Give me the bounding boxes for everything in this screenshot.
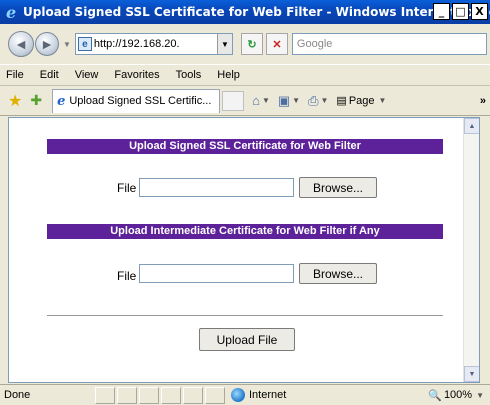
menu-view[interactable]: View <box>67 69 107 81</box>
window-title: Upload Signed SSL Certificate for Web Fi… <box>23 5 490 19</box>
maximize-button[interactable]: □ <box>452 3 469 20</box>
status-pane <box>205 386 225 404</box>
page-menu-button[interactable]: ▤ Page ▼ <box>336 94 387 108</box>
scroll-down-icon[interactable]: ▼ <box>464 366 479 382</box>
security-zone[interactable]: Internet <box>227 388 367 402</box>
zoom-control[interactable]: 🔍 100% ▼ <box>428 389 484 402</box>
address-text[interactable]: http://192.168.20. <box>94 38 180 50</box>
menu-tools[interactable]: Tools <box>168 69 210 81</box>
new-tab-button[interactable] <box>222 90 245 111</box>
ssl-cert-browse-button[interactable]: Browse... <box>299 177 377 198</box>
status-pane <box>161 386 181 404</box>
zoom-level: 100% <box>443 389 473 401</box>
status-bar: Done Internet 🔍 100% ▼ <box>0 384 490 405</box>
navigation-bar: ◄ ► ▼ e http://192.168.20. ▼ ↻ ✕ Google <box>0 24 490 64</box>
tab-title: Upload Signed SSL Certific... <box>69 95 212 107</box>
zoom-icon: 🔍 <box>428 389 442 402</box>
title-bar: e Upload Signed SSL Certificate for Web … <box>0 0 490 24</box>
address-bar[interactable]: e http://192.168.20. ▼ <box>74 33 233 55</box>
menu-edit[interactable]: Edit <box>32 69 67 81</box>
menu-help[interactable]: Help <box>209 69 248 81</box>
menu-file[interactable]: File <box>0 69 32 81</box>
minimize-button[interactable]: _ <box>433 3 450 20</box>
ie-logo-icon: e <box>6 3 17 22</box>
history-dropdown-icon[interactable]: ▼ <box>63 40 71 49</box>
forward-button[interactable]: ► <box>35 32 59 56</box>
stop-button[interactable]: ✕ <box>265 33 288 55</box>
feeds-dropdown-icon[interactable]: ▼ <box>292 96 300 105</box>
print-icon[interactable]: ⎙ <box>308 93 318 109</box>
zoom-dropdown-icon: ▼ <box>476 390 484 400</box>
add-favorites-icon[interactable]: ✚ <box>30 92 42 109</box>
status-pane <box>139 386 159 404</box>
close-button[interactable]: X <box>471 3 488 20</box>
intermediate-cert-header: Upload Intermediate Certificate for Web … <box>47 224 443 239</box>
home-icon[interactable]: ⌂ <box>252 93 260 108</box>
status-pane <box>183 386 203 404</box>
page-icon: e <box>77 37 92 51</box>
scroll-up-icon[interactable]: ▲ <box>464 118 479 134</box>
file-label: File <box>117 181 137 195</box>
menu-favorites[interactable]: Favorites <box>106 69 167 81</box>
page-menu-label: Page <box>348 94 375 107</box>
address-dropdown-icon[interactable]: ▼ <box>216 34 232 54</box>
back-button[interactable]: ◄ <box>8 31 34 57</box>
status-text: Done <box>4 389 31 401</box>
refresh-button[interactable]: ↻ <box>240 33 263 55</box>
search-input[interactable]: Google <box>291 33 487 55</box>
vertical-scrollbar[interactable]: ▲ ▼ <box>463 118 479 382</box>
tab-page-icon: e <box>57 93 66 109</box>
divider <box>47 315 443 316</box>
status-pane <box>95 386 115 404</box>
zone-label: Internet <box>249 389 287 401</box>
page-dropdown-icon: ▼ <box>378 96 387 105</box>
ssl-cert-file-input[interactable] <box>139 178 294 197</box>
page-content: Upload Signed SSL Certificate for Web Fi… <box>8 117 480 383</box>
intermediate-cert-file-input[interactable] <box>139 264 294 283</box>
page-menu-icon: ▤ <box>336 95 347 107</box>
upload-file-button[interactable]: Upload File <box>199 328 295 351</box>
home-dropdown-icon[interactable]: ▼ <box>262 96 270 105</box>
favorites-bar: ★ ✚ e Upload Signed SSL Certific... ⌂ ▼ ▣… <box>0 86 490 116</box>
file-label: File <box>117 269 137 283</box>
menu-bar: File Edit View Favorites Tools Help <box>0 64 490 86</box>
feeds-icon[interactable]: ▣ <box>278 93 290 109</box>
globe-icon <box>231 388 245 402</box>
ssl-cert-header: Upload Signed SSL Certificate for Web Fi… <box>47 139 443 154</box>
status-pane <box>117 386 137 404</box>
browser-tab[interactable]: e Upload Signed SSL Certific... <box>52 88 221 113</box>
print-dropdown-icon[interactable]: ▼ <box>320 96 328 105</box>
intermediate-cert-browse-button[interactable]: Browse... <box>299 263 377 284</box>
favorites-star-icon[interactable]: ★ <box>8 91 22 111</box>
overflow-chevron-icon[interactable]: » <box>480 95 486 107</box>
